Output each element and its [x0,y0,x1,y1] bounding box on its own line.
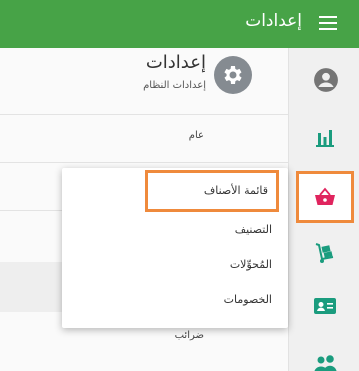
hand-truck-icon [315,243,334,263]
shopping-basket-icon [315,187,335,205]
rail-item-customers[interactable] [299,283,351,329]
settings-row-taxes[interactable]: ضرائب [175,330,204,341]
nav-rail [288,48,359,371]
people-icon [314,355,337,371]
products-popup-menu: قائمة الأصناف التصنيف المُحوِّلات الخصوم… [62,168,288,328]
rail-item-users[interactable] [299,340,351,371]
menu-item-modifiers[interactable]: المُحوِّلات [230,258,272,271]
settings-row-general[interactable]: عام [189,130,204,141]
menu-icon[interactable] [317,14,339,32]
rail-item-reports[interactable] [299,114,351,160]
page-subtitle: إعدادات النظام [143,80,206,91]
rail-item-inventory[interactable] [299,230,351,276]
settings-gear-icon [214,56,252,94]
rail-item-account[interactable] [299,56,351,102]
account-circle-icon [314,68,338,92]
page-title: إعدادات [145,52,206,73]
app-bar-title: إعدادات [245,11,302,31]
menu-item-items-list[interactable]: قائمة الأصناف [145,170,279,212]
divider [0,114,288,115]
menu-item-categories[interactable]: التصنيف [235,223,272,236]
menu-item-discounts[interactable]: الخصومات [224,293,272,306]
bar-chart-icon [316,130,334,147]
divider [0,162,288,163]
rail-item-products[interactable] [296,171,354,223]
app-bar: إعدادات [0,0,359,48]
id-card-icon [314,298,336,314]
